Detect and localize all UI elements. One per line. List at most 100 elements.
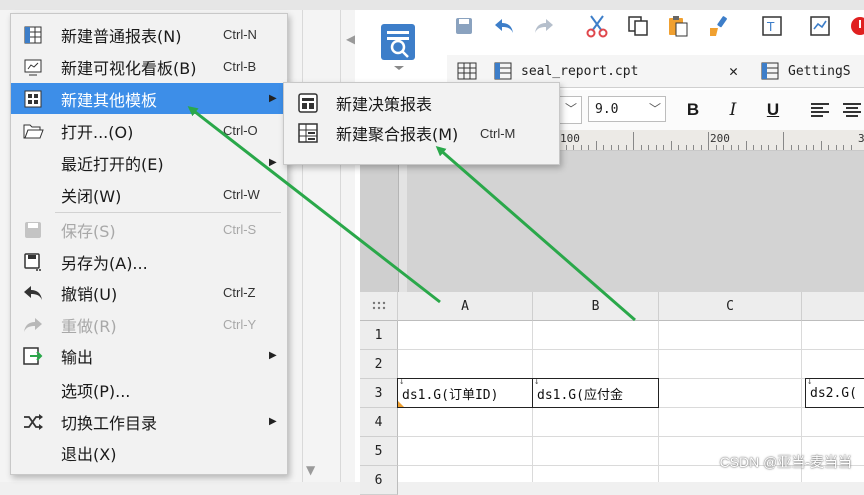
copy-icon[interactable] — [624, 12, 652, 40]
menu-item-switch-workdir[interactable]: 切换工作目录 ▶ — [11, 406, 287, 437]
folder-open-icon — [21, 119, 45, 143]
menu-item-label: 打开...(O) — [61, 122, 134, 142]
row-header[interactable]: 3 — [360, 379, 398, 408]
bold-button[interactable]: B — [682, 98, 704, 122]
ruler-tick — [670, 141, 672, 150]
scroll-down-icon[interactable]: ▼ — [306, 463, 315, 477]
ruler-tick — [595, 141, 597, 150]
menu-item-label: 新建其他模板 — [61, 90, 158, 110]
cell-d3[interactable]: ↓ ds2.G( — [805, 378, 864, 408]
undo-icon[interactable] — [490, 12, 518, 40]
ruler-tick — [790, 145, 792, 150]
file-tab-label: GettingS — [788, 63, 851, 79]
ruler-tick — [850, 145, 852, 150]
paste-icon[interactable] — [664, 12, 692, 40]
cell-b3[interactable]: ↓ ds1.G(应付金 — [532, 378, 659, 408]
ruler-tick — [663, 145, 664, 150]
file-tab-gettings[interactable]: GettingS — [760, 55, 851, 87]
ruler-tick — [580, 145, 582, 150]
aggregate-report-icon — [296, 121, 320, 145]
menu-item-save-as[interactable]: 另存为(A)... — [11, 246, 287, 277]
cell-a3[interactable]: ↓ ds1.G(订单ID) — [397, 378, 533, 408]
menu-item-label: 保存(S) — [61, 221, 116, 241]
italic-button[interactable]: I — [722, 98, 744, 122]
menu-item-undo[interactable]: 撤销(U) Ctrl-Z — [11, 277, 287, 308]
select-all-corner[interactable] — [360, 292, 398, 321]
save-icon — [21, 218, 45, 242]
file-tab-label: seal_report.cpt — [521, 63, 639, 79]
menu-item-new-report[interactable]: 新建普通报表(N) Ctrl-N — [11, 19, 287, 50]
submenu-arrow-icon: ▶ — [269, 350, 277, 361]
row-header[interactable]: 1 — [360, 321, 398, 350]
watermark: CSDN @亚当-麦当当 — [719, 454, 852, 470]
ruler-label: 3 — [858, 132, 864, 145]
ruler-tick — [618, 145, 619, 150]
ruler-tick — [723, 145, 724, 150]
column-header-c[interactable]: C — [659, 292, 802, 321]
ruler-tick — [573, 145, 574, 150]
menu-item-new-dashboard[interactable]: 新建可视化看板(B) Ctrl-B — [11, 51, 287, 82]
ruler-tick — [625, 145, 627, 150]
row-header[interactable]: 2 — [360, 350, 398, 379]
ruler-tick — [565, 145, 567, 150]
menu-item-label: 退出(X) — [61, 444, 117, 464]
menu-item-shortcut: Ctrl-S — [223, 222, 257, 237]
collapse-left-icon[interactable]: ◀ — [346, 32, 355, 46]
menu-item-label: 重做(R) — [61, 316, 117, 336]
ruler-tick — [678, 145, 679, 150]
menu-item-export[interactable]: 输出 ▶ — [11, 340, 287, 371]
menu-item-shortcut: Ctrl-Z — [223, 285, 256, 300]
undo-icon — [21, 281, 45, 305]
align-center-icon[interactable] — [841, 98, 863, 122]
font-size-value: 9.0 — [595, 101, 619, 117]
menu-item-recent[interactable]: 最近打开的(E) ▶ — [11, 147, 287, 178]
menu-item-label: 选项(P)... — [61, 381, 131, 401]
cell-a3-text: ds1.G(订单ID) — [402, 387, 499, 403]
menu-item-open[interactable]: 打开...(O) Ctrl-O — [11, 115, 287, 146]
menu-item-shortcut: Ctrl-W — [223, 187, 260, 202]
ruler-tick — [768, 145, 769, 150]
menu-item-redo[interactable]: 重做(R) Ctrl-Y — [11, 309, 287, 340]
ruler-tick — [700, 145, 702, 150]
save-icon[interactable] — [450, 12, 478, 40]
close-tab-icon[interactable]: ✕ — [729, 55, 738, 87]
ruler-tick — [760, 145, 762, 150]
text-box-icon[interactable]: T — [758, 12, 786, 40]
preview-icon[interactable] — [806, 12, 834, 40]
decision-report-icon — [296, 91, 320, 115]
column-header-a[interactable]: A — [398, 292, 533, 321]
underline-button[interactable]: U — [762, 98, 784, 122]
ruler-tick — [693, 145, 694, 150]
font-size-select[interactable]: 9.0 ﹀ — [588, 96, 666, 122]
menu-item-close[interactable]: 关闭(W) Ctrl-W — [11, 179, 287, 210]
dashboard-icon — [21, 55, 45, 79]
ruler-tick — [805, 145, 807, 150]
menu-item-exit[interactable]: 退出(X) — [11, 437, 287, 468]
ruler-label: 200 — [710, 132, 730, 145]
row-header[interactable]: 6 — [360, 466, 398, 495]
menu-item-options[interactable]: 选项(P)... — [11, 374, 287, 405]
main-toolbar: T — [440, 12, 864, 50]
stop-icon[interactable] — [846, 12, 864, 40]
column-header-d[interactable] — [802, 292, 864, 321]
chevron-down-icon: ﹀ — [648, 102, 661, 116]
submenu-item-decision-report[interactable]: 新建决策报表 — [284, 88, 559, 118]
menu-item-label: 新建普通报表(N) — [61, 26, 182, 46]
submenu-item-aggregate-report[interactable]: 新建聚合报表(M) Ctrl-M — [284, 118, 559, 148]
template-preview-icon[interactable] — [378, 22, 420, 70]
ruler-tick — [820, 141, 822, 150]
ruler-tick — [655, 145, 657, 150]
redo-icon[interactable] — [530, 12, 558, 40]
format-painter-icon[interactable] — [704, 12, 732, 40]
grid-report-icon — [21, 23, 45, 47]
menu-item-save[interactable]: 保存(S) Ctrl-S — [11, 214, 287, 245]
row-header[interactable]: 5 — [360, 437, 398, 466]
cut-icon[interactable] — [583, 12, 611, 40]
menu-item-new-other-template[interactable]: 新建其他模板 ▶ — [11, 83, 287, 114]
ruler-tick — [715, 145, 717, 150]
column-header-b[interactable]: B — [533, 292, 659, 321]
align-left-icon[interactable] — [809, 98, 831, 122]
row-header[interactable]: 4 — [360, 408, 398, 437]
save-as-icon — [21, 250, 45, 274]
chevron-down-icon: ﹀ — [564, 102, 577, 116]
